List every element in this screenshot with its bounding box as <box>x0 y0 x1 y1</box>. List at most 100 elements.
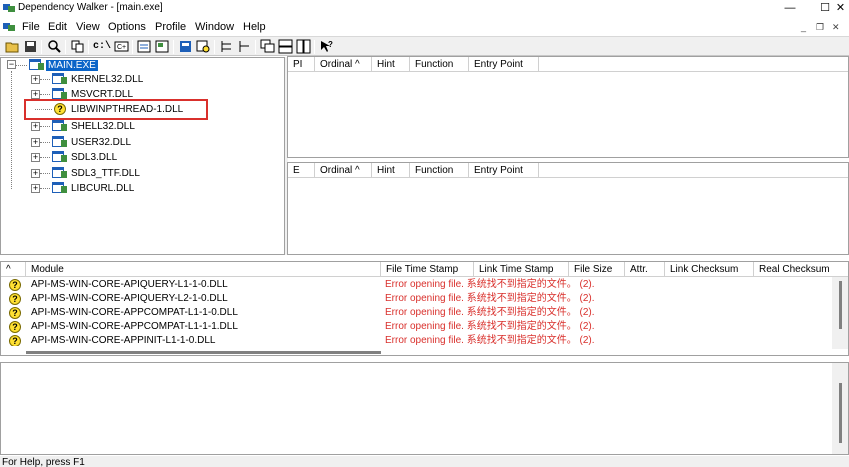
exports-col-function[interactable]: Function <box>410 163 469 178</box>
menu-help[interactable]: Help <box>243 21 266 33</box>
log-pane[interactable] <box>0 362 849 455</box>
module-error: Error opening file. 系统找不到指定的文件。 (2). <box>385 321 595 332</box>
imports-col-entry-point[interactable]: Entry Point <box>469 57 539 72</box>
full-paths-icon[interactable]: c:\ <box>93 39 111 54</box>
imports-col-hint[interactable]: Hint <box>372 57 410 72</box>
find-icon[interactable] <box>47 39 62 54</box>
modules-col-attr[interactable]: Attr. <box>625 262 665 277</box>
module-list-vscroll[interactable] <box>832 277 848 349</box>
menu-window[interactable]: Window <box>195 21 234 33</box>
module-error: Error opening file. 系统找不到指定的文件。 (2). <box>385 307 595 318</box>
find-module-icon[interactable] <box>196 39 211 54</box>
modules-col-link-checksum[interactable]: Link Checksum <box>665 262 754 277</box>
root-collapse-toggle[interactable]: − <box>7 60 16 69</box>
undecorate-icon[interactable]: C+ <box>114 39 129 54</box>
title-bar: Dependency Walker - [main.exe] — ☐ <box>0 0 849 17</box>
window-title: Dependency Walker - [main.exe] <box>18 2 163 13</box>
tree-expand-libcurl[interactable]: + <box>31 184 40 193</box>
tile-horizontal-icon[interactable] <box>278 39 293 54</box>
missing-module-icon: ? <box>9 307 21 319</box>
highlight-icon[interactable] <box>178 39 193 54</box>
cascade-icon[interactable] <box>260 39 275 54</box>
dll-module-icon <box>52 151 67 162</box>
imports-pane[interactable]: PI Ordinal ^ Hint Function Entry Point <box>287 56 849 158</box>
toolbar: c:\ C+ ? <box>0 36 849 56</box>
exports-pane[interactable]: E Ordinal ^ Hint Function Entry Point <box>287 162 849 255</box>
log-vscroll-thumb[interactable] <box>839 383 842 443</box>
tree-item-sdl3[interactable]: SDL3.DLL <box>71 150 117 165</box>
menu-edit[interactable]: Edit <box>48 21 67 33</box>
imports-col-ordinal[interactable]: Ordinal ^ <box>315 57 372 72</box>
tree-root-label: MAIN.EXE <box>46 60 98 71</box>
table-row[interactable]: ? API-MS-WIN-CORE-APIQUERY-L1-1-0.DLL Er… <box>1 278 831 292</box>
svg-text:?: ? <box>328 40 333 49</box>
modules-col-file-time[interactable]: File Time Stamp <box>381 262 474 277</box>
menu-bar: File Edit View Options Profile Window He… <box>0 18 849 36</box>
tree-expand-shell32[interactable]: + <box>31 122 40 131</box>
dll-module-icon <box>52 182 67 193</box>
tree-expand-kernel32[interactable]: + <box>31 75 40 84</box>
expand-icon[interactable] <box>219 39 234 54</box>
dll-module-icon <box>52 73 67 84</box>
module-name: API-MS-WIN-CORE-APPCOMPAT-L1-1-1.DLL <box>31 321 238 332</box>
tree-item-shell32[interactable]: SHELL32.DLL <box>71 119 135 134</box>
table-row[interactable]: ? API-MS-WIN-CORE-APPCOMPAT-L1-1-0.DLL E… <box>1 306 831 320</box>
highlight-annotation <box>24 99 208 120</box>
tree-item-user32[interactable]: USER32.DLL <box>71 135 131 150</box>
menu-options[interactable]: Options <box>108 21 146 33</box>
module-list-vscroll-thumb[interactable] <box>839 281 842 329</box>
open-icon[interactable] <box>5 39 20 54</box>
mdi-close-button[interactable]: ✕ <box>832 22 840 33</box>
table-row[interactable]: ? API-MS-WIN-CORE-APPINIT-L1-1-0.DLL Err… <box>1 334 831 346</box>
modules-col-file-size[interactable]: File Size <box>569 262 625 277</box>
module-error: Error opening file. 系统找不到指定的文件。 (2). <box>385 293 595 304</box>
tree-item-libcurl[interactable]: LIBCURL.DLL <box>71 181 134 196</box>
tree-item-kernel32[interactable]: KERNEL32.DLL <box>71 72 143 87</box>
table-row[interactable]: ? API-MS-WIN-CORE-APIQUERY-L2-1-0.DLL Er… <box>1 292 831 306</box>
imports-col-pi[interactable]: PI <box>288 57 315 72</box>
tree-expand-sdl3-ttf[interactable]: + <box>31 169 40 178</box>
log-vscroll[interactable] <box>832 363 848 454</box>
exports-col-entry-point[interactable]: Entry Point <box>469 163 539 178</box>
tree-expand-user32[interactable]: + <box>31 138 40 147</box>
tree-item-sdl3-ttf[interactable]: SDL3_TTF.DLL <box>71 166 140 181</box>
modules-col-real-checksum[interactable]: Real Checksum <box>754 262 848 277</box>
menu-view[interactable]: View <box>76 21 100 33</box>
module-name: API-MS-WIN-CORE-APIQUERY-L2-1-0.DLL <box>31 293 228 304</box>
window-close-button[interactable]: ✕ <box>832 0 849 17</box>
imports-col-function[interactable]: Function <box>410 57 469 72</box>
table-row[interactable]: ? API-MS-WIN-CORE-APPCOMPAT-L1-1-1.DLL E… <box>1 320 831 334</box>
module-list-hscroll-thumb[interactable] <box>26 351 381 354</box>
help-icon[interactable]: ? <box>319 39 334 54</box>
module-tree-pane[interactable]: − MAIN.EXE + KERNEL32.DLL + MSVCRT.DLL ?… <box>0 57 285 255</box>
tree-expand-sdl3[interactable]: + <box>31 153 40 162</box>
mdi-restore-button[interactable]: ❐ <box>816 22 824 33</box>
dll-module-icon <box>52 120 67 131</box>
tile-vertical-icon[interactable] <box>296 39 311 54</box>
modules-col-link-time[interactable]: Link Time Stamp <box>474 262 569 277</box>
module-name: API-MS-WIN-CORE-APPCOMPAT-L1-1-0.DLL <box>31 307 238 318</box>
view-module-icon[interactable] <box>155 39 170 54</box>
dll-module-icon <box>52 136 67 147</box>
exports-col-ordinal[interactable]: Ordinal ^ <box>315 163 372 178</box>
svg-text:C+: C+ <box>117 44 126 51</box>
mdi-child-icon <box>3 23 15 31</box>
menu-profile[interactable]: Profile <box>155 21 186 33</box>
menu-file[interactable]: File <box>22 21 40 33</box>
mdi-minimize-button[interactable]: _ <box>801 22 806 32</box>
collapse-icon[interactable] <box>237 39 252 54</box>
tree-expand-msvcrt[interactable]: + <box>31 90 40 99</box>
save-icon[interactable] <box>23 39 38 54</box>
exports-col-e[interactable]: E <box>288 163 315 178</box>
module-error: Error opening file. 系统找不到指定的文件。 (2). <box>385 335 595 346</box>
exports-col-hint[interactable]: Hint <box>372 163 410 178</box>
module-name: API-MS-WIN-CORE-APPINIT-L1-1-0.DLL <box>31 335 216 346</box>
copy-icon[interactable] <box>70 39 85 54</box>
properties-icon[interactable] <box>137 39 152 54</box>
window-minimize-button[interactable]: — <box>780 0 800 17</box>
module-list-pane[interactable]: ^ Module File Time Stamp Link Time Stamp… <box>0 261 849 356</box>
dll-module-icon <box>52 167 67 178</box>
tree-root[interactable]: MAIN.EXE <box>46 58 98 73</box>
modules-col-icon[interactable]: ^ <box>1 262 26 277</box>
modules-col-module[interactable]: Module <box>26 262 381 277</box>
